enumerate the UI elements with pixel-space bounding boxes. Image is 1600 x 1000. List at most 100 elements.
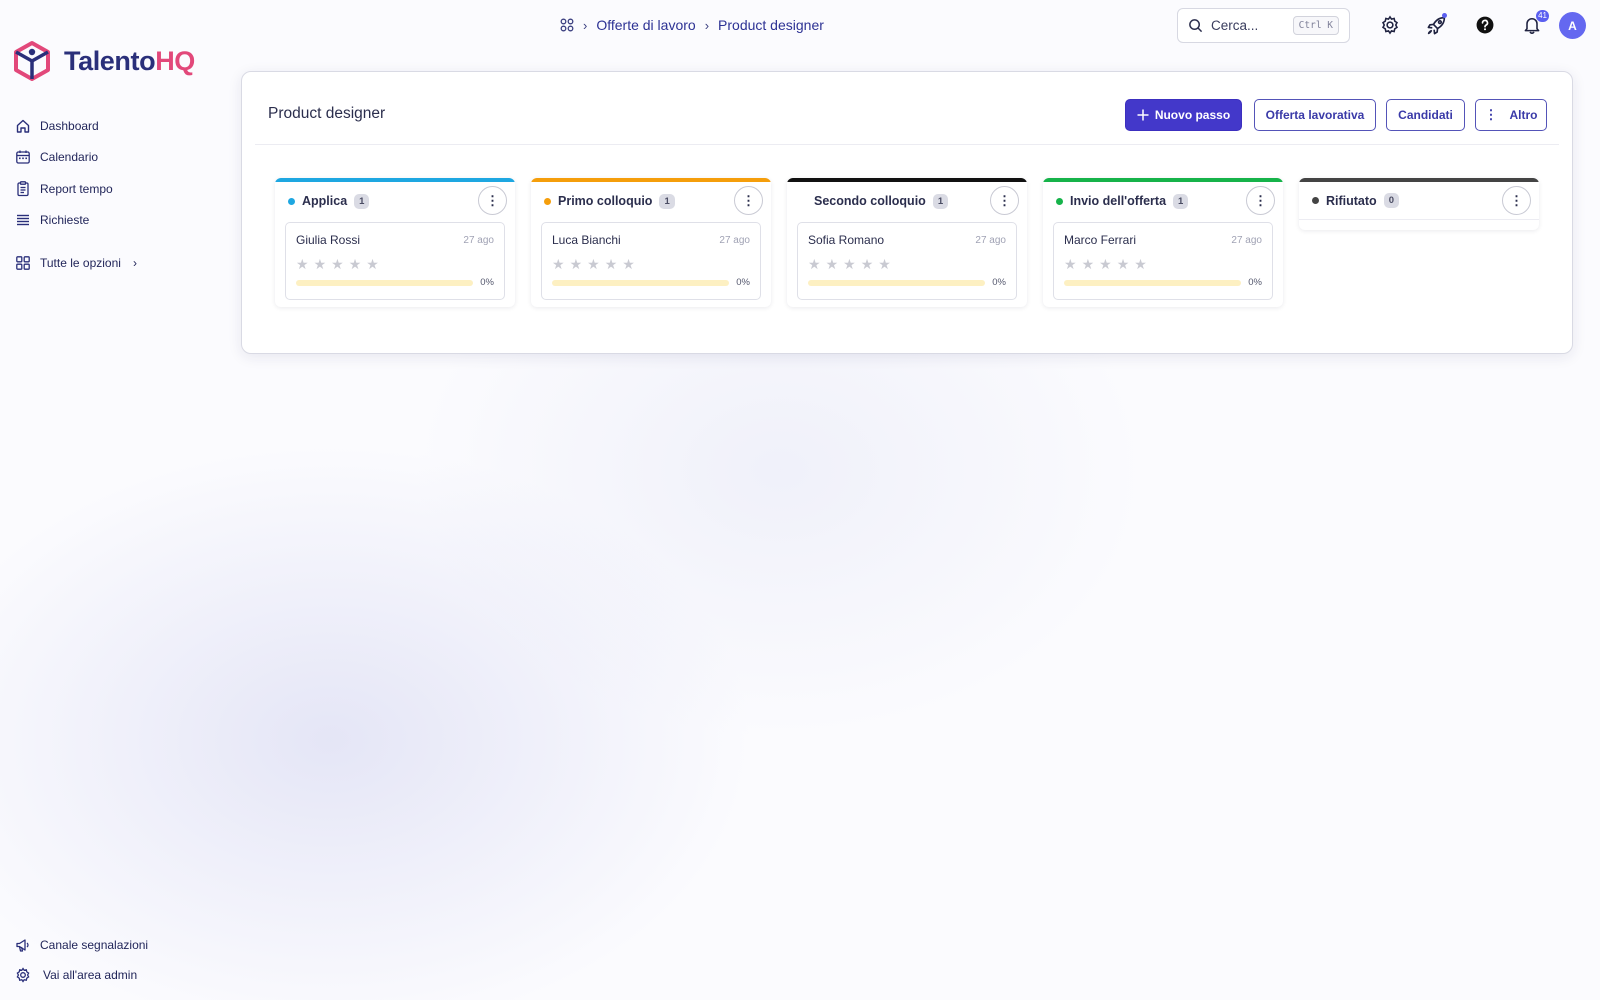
plus-icon (1137, 109, 1149, 121)
more-label: Altro (1509, 108, 1538, 122)
star-icon[interactable]: ★ (808, 257, 821, 271)
star-icon[interactable]: ★ (366, 257, 379, 271)
stage-menu-button[interactable]: ⋮ (990, 186, 1019, 215)
candidate-card[interactable]: Giulia Rossi 27 ago ★ ★ ★ ★ ★ 0% (285, 222, 505, 300)
sidebar-bottom: Canale segnalazioni Vai all'area admin (15, 930, 225, 990)
progress-row: 0% (296, 277, 494, 288)
stage-count-badge: 1 (354, 193, 370, 209)
logo-text: TalentoHQ (64, 46, 195, 77)
divider (255, 144, 1559, 145)
stage-count-badge: 1 (1173, 193, 1189, 209)
star-icon[interactable]: ★ (843, 257, 856, 271)
rating-stars[interactable]: ★ ★ ★ ★ ★ (1064, 257, 1262, 271)
sidebar-item-canale-segnalazioni[interactable]: Canale segnalazioni (15, 930, 225, 960)
star-icon[interactable]: ★ (331, 257, 344, 271)
progress-percent: 0% (1248, 277, 1262, 288)
breadcrumb-current: Product designer (718, 17, 824, 33)
home-icon (16, 119, 30, 133)
search-input[interactable]: Cerca... (1211, 18, 1258, 33)
job-offer-button[interactable]: Offerta lavorativa (1254, 99, 1376, 131)
search-icon (1189, 19, 1203, 33)
rating-stars[interactable]: ★ ★ ★ ★ ★ (808, 257, 1006, 271)
star-icon[interactable]: ★ (605, 257, 618, 271)
candidate-card[interactable]: Marco Ferrari 27 ago ★ ★ ★ ★ ★ 0% (1053, 222, 1273, 300)
stage-menu-button[interactable]: ⋮ (478, 186, 507, 215)
rating-stars[interactable]: ★ ★ ★ ★ ★ (296, 257, 494, 271)
star-icon[interactable]: ★ (878, 257, 891, 271)
whats-new-button[interactable] (1424, 13, 1448, 37)
megaphone-icon (16, 939, 29, 952)
stage-header: Primo colloquio 1 ⋮ (531, 182, 771, 220)
star-icon[interactable]: ★ (1117, 257, 1130, 271)
star-icon[interactable]: ★ (1099, 257, 1112, 271)
candidate-card[interactable]: Sofia Romano 27 ago ★ ★ ★ ★ ★ 0% (797, 222, 1017, 300)
sidebar-item-admin-area[interactable]: Vai all'area admin (15, 960, 225, 990)
star-icon[interactable]: ★ (570, 257, 583, 271)
sidebar-item-label: Tutte le opzioni (40, 255, 121, 270)
avatar[interactable]: A (1559, 12, 1586, 39)
stage-name: Primo colloquio (558, 194, 653, 208)
stage-menu-button[interactable]: ⋮ (1502, 186, 1531, 215)
sidebar-item-label: Calendario (40, 150, 99, 165)
stage-dot (544, 197, 551, 205)
star-icon[interactable]: ★ (587, 257, 600, 271)
notifications-button[interactable]: 41 (1520, 10, 1549, 37)
stage-column: Primo colloquio 1 ⋮ Luca Bianchi 27 ago ★ ★ ★ ★ ★… (531, 178, 771, 307)
candidates-button[interactable]: Candidati (1386, 99, 1465, 131)
sidebar-item-richieste[interactable]: Richieste (15, 205, 215, 237)
help-button[interactable] (1473, 13, 1497, 37)
star-icon[interactable]: ★ (349, 257, 362, 271)
settings-button[interactable] (1378, 13, 1402, 37)
logo-text-main: Talento (64, 45, 156, 76)
sidebar-item-label: Vai all'area admin (43, 968, 138, 982)
stage-name: Invio dell'offerta (1070, 194, 1167, 208)
new-step-button[interactable]: Nuovo passo (1125, 99, 1242, 131)
stage-name: Rifiutato (1326, 193, 1377, 208)
progress-percent: 0% (736, 277, 750, 288)
logo[interactable]: TalentoHQ (12, 40, 195, 82)
sidebar-nav: Dashboard Calendario Report tempo Richie… (15, 110, 215, 279)
sidebar-item-all-options[interactable]: Tutte le opzioni › (15, 247, 215, 279)
stage-menu-button[interactable]: ⋮ (734, 186, 763, 215)
more-button[interactable]: ⋮ Altro (1475, 99, 1547, 131)
sidebar-item-label: Canale segnalazioni (40, 938, 149, 952)
sidebar-item-calendario[interactable]: Calendario (15, 142, 215, 174)
star-icon[interactable]: ★ (1134, 257, 1147, 271)
search-shortcut: Ctrl K (1292, 16, 1339, 35)
stage-count-badge: 1 (932, 193, 949, 209)
candidate-date: 27 ago (1231, 235, 1262, 246)
progress-percent: 0% (992, 277, 1006, 288)
star-icon[interactable]: ★ (552, 257, 565, 271)
star-icon[interactable]: ★ (1082, 257, 1095, 271)
star-icon[interactable]: ★ (826, 257, 839, 271)
star-icon[interactable]: ★ (296, 257, 309, 271)
sidebar-item-label: Report tempo (40, 181, 113, 196)
search-box[interactable]: Cerca... Ctrl K (1177, 8, 1350, 43)
gear-icon (1381, 15, 1399, 35)
star-icon[interactable]: ★ (1064, 257, 1077, 271)
sidebar-item-dashboard[interactable]: Dashboard (15, 110, 215, 142)
stage-header: Invio dell'offerta 1 ⋮ (1043, 182, 1283, 220)
notifications-count: 41 (1536, 10, 1549, 22)
progress-row: 0% (808, 277, 1006, 288)
breadcrumb-offerte[interactable]: Offerte di lavoro (596, 17, 695, 33)
sidebar-item-report-tempo[interactable]: Report tempo (15, 173, 215, 205)
candidate-card[interactable]: Luca Bianchi 27 ago ★ ★ ★ ★ ★ 0% (541, 222, 761, 300)
sidebar-item-label: Dashboard (40, 118, 99, 133)
candidate-date: 27 ago (975, 235, 1006, 246)
stage-count-badge: 1 (659, 193, 675, 209)
stage-header: Rifiutato 0 ⋮ (1299, 182, 1539, 220)
star-icon[interactable]: ★ (622, 257, 635, 271)
star-icon[interactable]: ★ (314, 257, 327, 271)
stage-column: Applica 1 ⋮ Giulia Rossi 27 ago ★ ★ ★ ★ ★ 0% (275, 178, 515, 307)
stage-menu-button[interactable]: ⋮ (1246, 186, 1275, 215)
more-vertical-icon: ⋮ (1484, 107, 1498, 122)
rating-stars[interactable]: ★ ★ ★ ★ ★ (552, 257, 750, 271)
apps-icon[interactable] (560, 18, 574, 32)
logo-text-accent: HQ (155, 45, 195, 76)
progress-bar (808, 279, 986, 286)
stage-count-badge: 0 (1383, 193, 1399, 208)
stage-column: Invio dell'offerta 1 ⋮ Marco Ferrari 27 ago ★… (1043, 178, 1283, 307)
stage-dot (288, 197, 295, 205)
star-icon[interactable]: ★ (861, 257, 874, 271)
